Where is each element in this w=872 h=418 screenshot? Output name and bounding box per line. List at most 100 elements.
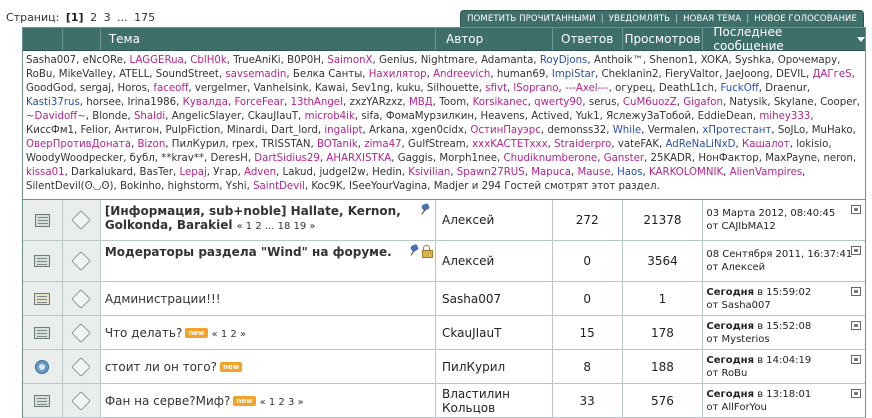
online-user-link[interactable]: sifa	[361, 111, 379, 122]
topic-title-link[interactable]: Фан на серве?Миф?	[105, 394, 231, 408]
online-user-link[interactable]: МВД	[409, 97, 433, 108]
online-user-link[interactable]: 13thAngeI	[291, 97, 344, 108]
online-user-link[interactable]: Madjer	[434, 181, 469, 192]
online-user-link[interactable]: eNcORe	[83, 55, 123, 66]
online-user-link[interactable]: ---Axel---	[565, 83, 609, 94]
online-user-link[interactable]: sfivt	[485, 83, 507, 94]
online-user-link[interactable]: qwerty90	[534, 97, 582, 108]
online-user-link[interactable]: Shaldi	[134, 111, 165, 122]
online-user-link[interactable]: Minardi	[227, 125, 265, 136]
online-user-link[interactable]: Gigafon	[683, 97, 723, 108]
online-user-link[interactable]: Toom	[439, 97, 466, 108]
mark-read-button[interactable]: ПОМЕТИТЬ ПРОЧИТАННЫМИ	[467, 14, 596, 24]
online-user-link[interactable]: MuHako	[812, 125, 853, 136]
go-to-last-post-icon[interactable]	[851, 287, 861, 296]
online-user-link[interactable]: Adven	[244, 167, 276, 178]
online-user-link[interactable]: Korsikanec	[473, 97, 528, 108]
new-poll-button[interactable]: НОВОЕ ГОЛОСОВАНИЕ	[754, 14, 857, 24]
online-user-link[interactable]: ФомаМурзилкин	[386, 111, 474, 122]
online-user-link[interactable]: SoundStreet	[156, 69, 219, 80]
topic-title-link[interactable]: Администрации!!!	[105, 292, 221, 306]
header-replies[interactable]: Ответов	[553, 28, 623, 50]
topic-pages[interactable]: « 1 2 3 »	[260, 397, 304, 408]
online-user-link[interactable]: Genius	[379, 55, 414, 66]
go-to-last-post-icon[interactable]	[851, 246, 861, 255]
online-user-link[interactable]: mihey333	[759, 111, 810, 122]
online-user-link[interactable]: KARKOLOMNIK	[649, 167, 723, 178]
pagination-page-2[interactable]: 2	[90, 11, 97, 24]
online-user-link[interactable]: highstorm	[168, 181, 220, 192]
online-user-link[interactable]: DEVIL	[776, 69, 806, 80]
online-user-link[interactable]: Draenur	[765, 83, 807, 94]
online-user-link[interactable]: CblH0k	[190, 55, 226, 66]
go-to-last-post-icon[interactable]	[851, 389, 861, 398]
online-user-link[interactable]: Кашалот	[742, 139, 790, 150]
topic-pages[interactable]: « 1 2 »	[212, 329, 247, 340]
author-link[interactable]: Sasha007	[436, 282, 553, 315]
online-user-link[interactable]: xgen0cidx	[411, 125, 464, 136]
online-user-link[interactable]: Нахилятор	[369, 69, 427, 80]
online-user-link[interactable]: B0P0H	[287, 55, 321, 66]
online-user-link[interactable]: BOTanik	[317, 139, 358, 150]
online-user-link[interactable]: Arkana	[369, 125, 405, 136]
online-user-link[interactable]: Cheklanin2	[601, 69, 658, 80]
online-user-link[interactable]: ATELL	[119, 69, 149, 80]
pagination-page-3[interactable]: 3	[104, 11, 111, 24]
online-user-link[interactable]: zima47	[364, 139, 401, 150]
online-user-link[interactable]: Horos	[118, 83, 147, 94]
online-user-link[interactable]: EddieDean	[698, 111, 753, 122]
online-user-link[interactable]: Белка Санты	[293, 69, 362, 80]
topic-title-link[interactable]: стоит ли он того?	[105, 360, 217, 374]
online-user-link[interactable]: КиссФм1	[26, 125, 74, 136]
online-user-link[interactable]: Sasha007	[26, 55, 76, 66]
online-user-link[interactable]: Blonde	[92, 111, 127, 122]
author-link[interactable]: ПилКурил	[436, 350, 553, 383]
online-user-link[interactable]: огурец	[615, 83, 652, 94]
online-user-link[interactable]: CuM6uozZ	[623, 97, 677, 108]
new-topic-button[interactable]: НОВАЯ ТЕМА	[683, 14, 741, 24]
online-user-link[interactable]: Hedin	[372, 167, 402, 178]
online-user-link[interactable]: MikeValley	[59, 69, 113, 80]
online-user-link[interactable]: lSoprano	[513, 83, 558, 94]
online-user-link[interactable]: vergelmer	[195, 83, 247, 94]
online-user-link[interactable]: Spawn27RUS	[457, 167, 525, 178]
online-user-link[interactable]: ЯслежуЗаТобой	[606, 111, 691, 122]
header-last-post[interactable]: Последнее сообщение	[703, 25, 865, 53]
notify-button[interactable]: УВЕДОМЛЯТЬ	[609, 14, 670, 24]
online-user-link[interactable]: Silhouette	[427, 83, 479, 94]
online-user-link[interactable]: CkauJIauT	[248, 111, 298, 122]
header-topic[interactable]: Тема	[101, 28, 436, 50]
author-link[interactable]: Алексей	[436, 241, 553, 281]
online-user-link[interactable]: Lakud	[283, 167, 313, 178]
online-user-link[interactable]: Syshka	[735, 55, 771, 66]
online-user-link[interactable]: xxxKACTETxxx	[472, 139, 547, 150]
header-author[interactable]: Автор	[436, 28, 553, 50]
online-user-link[interactable]: бубл	[130, 153, 155, 164]
online-user-link[interactable]: TRISSTAN	[261, 139, 310, 150]
online-user-link[interactable]: AngelicSlayer	[172, 111, 241, 122]
online-user-link[interactable]: BasTer	[140, 167, 174, 178]
online-user-link[interactable]: Chudiknumberone	[503, 153, 597, 164]
online-user-link[interactable]: Koc9K	[311, 181, 342, 192]
online-user-link[interactable]: Угар	[213, 167, 237, 178]
online-user-link[interactable]: Bokinho	[120, 181, 161, 192]
online-user-link[interactable]: GoodGod	[26, 83, 73, 94]
online-user-link[interactable]: sergaj	[80, 83, 111, 94]
last-post-author-link[interactable]: Алексей	[722, 262, 766, 273]
go-to-last-post-icon[interactable]	[851, 321, 861, 330]
online-user-link[interactable]: Shenon1	[649, 55, 694, 66]
online-user-link[interactable]: GulfStream	[408, 139, 466, 150]
online-user-link[interactable]: XOKA	[701, 55, 729, 66]
online-user-link[interactable]: Mapuca	[531, 167, 571, 178]
online-user-link[interactable]: serus	[589, 97, 617, 108]
online-user-link[interactable]: Mause	[578, 167, 611, 178]
online-user-link[interactable]: SaintDevil	[253, 181, 305, 192]
online-user-link[interactable]: PulpFiction	[166, 125, 221, 136]
online-user-link[interactable]: vateFAK	[618, 139, 659, 150]
online-user-link[interactable]: microb4ik	[305, 111, 355, 122]
online-user-link[interactable]: MaxPayne	[765, 153, 817, 164]
online-user-link[interactable]: lokisio	[796, 139, 828, 150]
online-user-link[interactable]: Natysik	[729, 97, 767, 108]
online-user-link[interactable]: Andreevich	[433, 69, 490, 80]
last-post-author-link[interactable]: RoBu	[722, 368, 748, 379]
